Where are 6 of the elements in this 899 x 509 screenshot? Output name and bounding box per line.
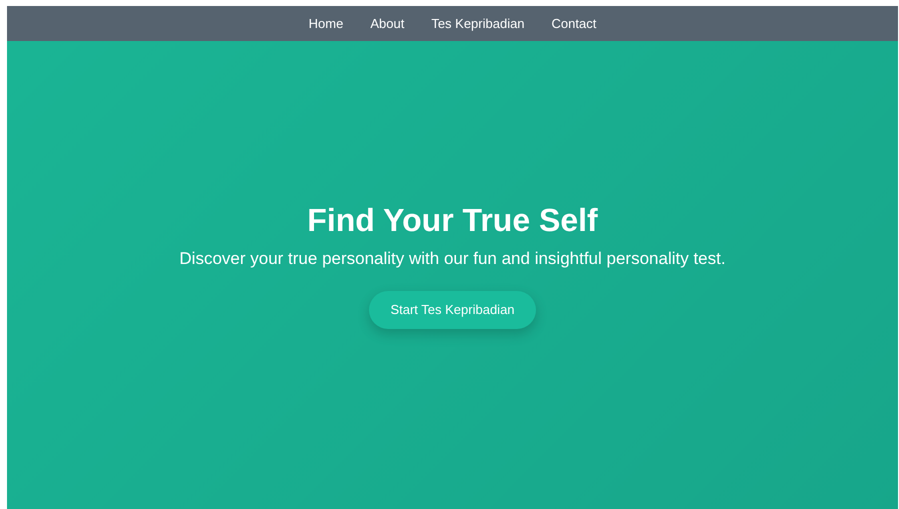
nav-link[interactable]: Contact xyxy=(552,14,596,34)
hero-title: Find Your True Self xyxy=(307,201,598,240)
nav-link[interactable]: Home xyxy=(308,14,344,34)
nav-link[interactable]: Tes Kepribadian xyxy=(431,14,525,34)
nav-link[interactable]: About xyxy=(370,14,404,34)
hero-subtitle: Discover your true personality with our fun and insightful personality test. xyxy=(179,248,726,270)
